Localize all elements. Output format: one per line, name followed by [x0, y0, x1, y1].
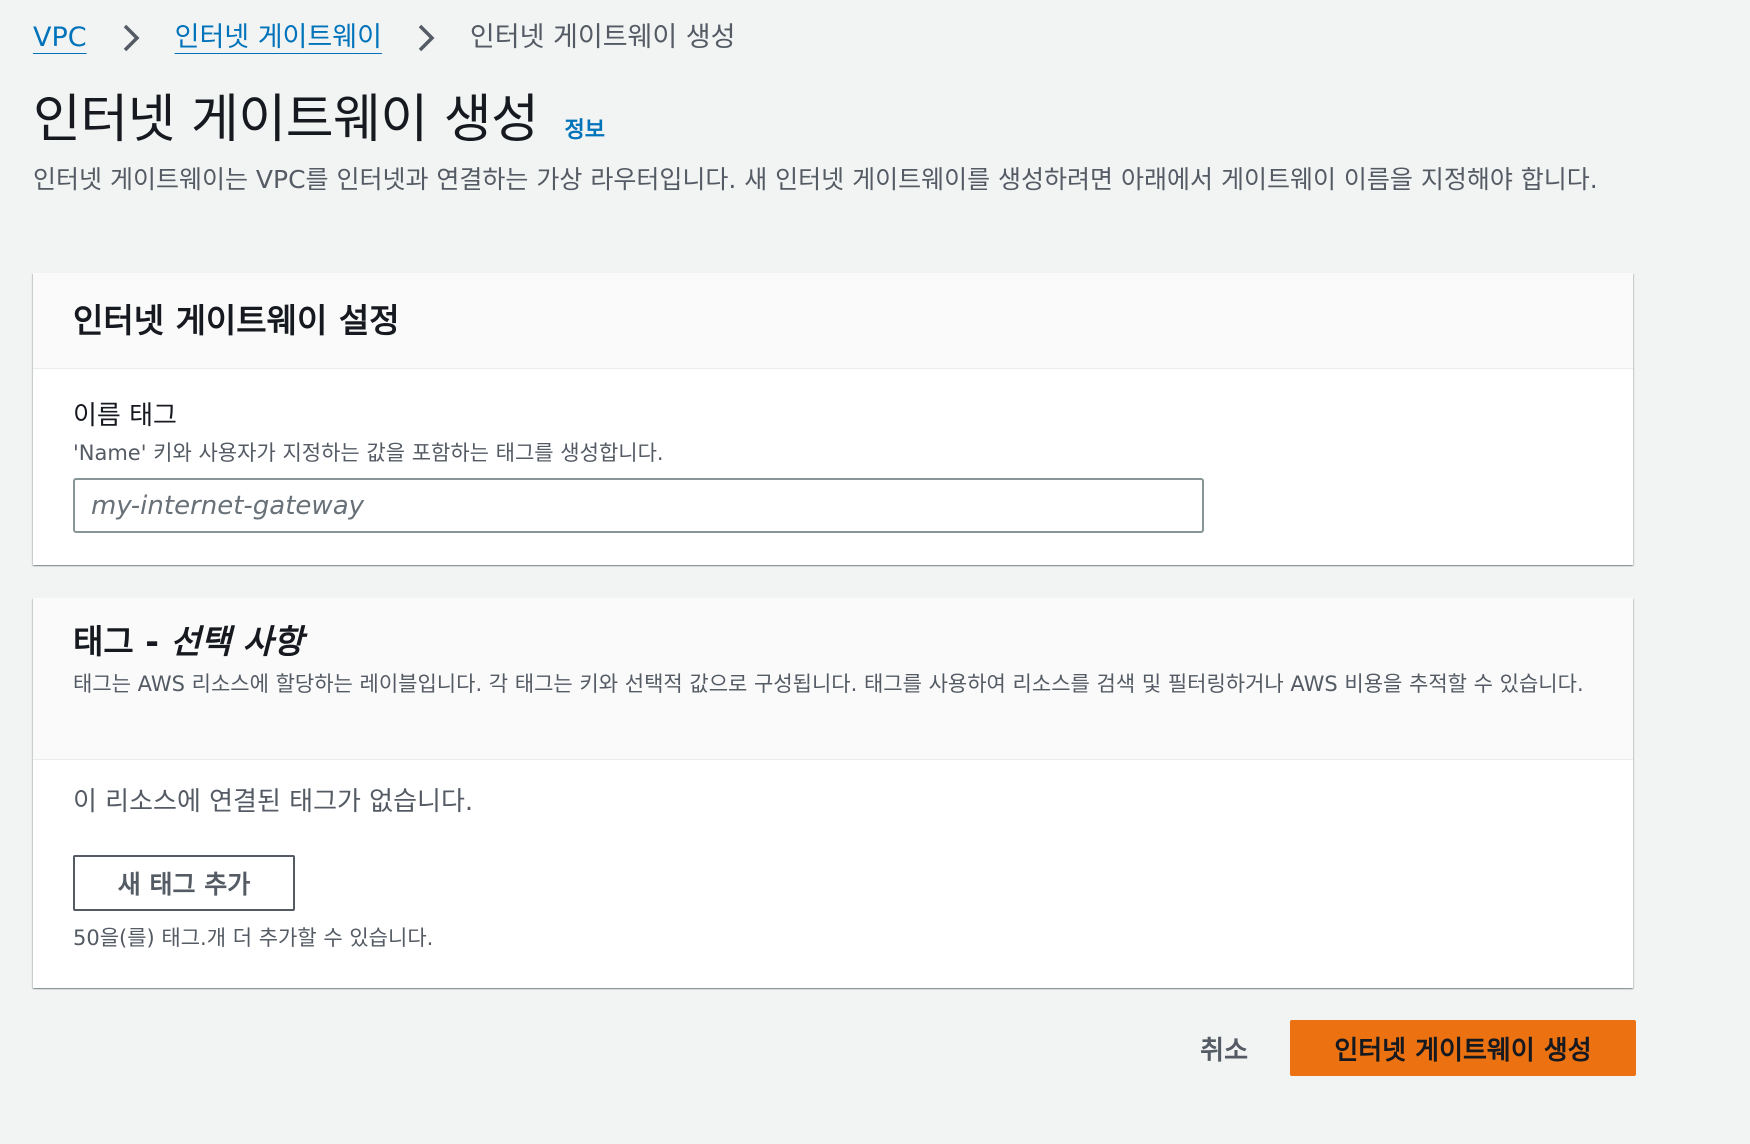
settings-panel-header: 인터넷 게이트웨이 설정	[33, 273, 1633, 369]
settings-panel-body: 이름 태그 'Name' 키와 사용자가 지정하는 값을 포함하는 태그를 생성…	[33, 398, 1633, 533]
tags-panel-body: 이 리소스에 연결된 태그가 없습니다. 새 태그 추가 50을(를) 태그.개…	[33, 784, 1633, 953]
settings-panel-title: 인터넷 게이트웨이 설정	[73, 301, 400, 340]
name-tag-description: 'Name' 키와 사용자가 지정하는 값을 포함하는 태그를 생성합니다.	[73, 441, 664, 465]
chevron-right-icon	[123, 24, 140, 52]
add-new-tag-button[interactable]: 새 태그 추가	[73, 855, 295, 911]
name-tag-input[interactable]	[73, 478, 1204, 533]
info-link[interactable]: 정보	[564, 112, 604, 144]
chevron-right-icon	[418, 24, 435, 52]
page-header: 인터넷 게이트웨이 생성 정보	[33, 86, 605, 154]
tags-panel-header: 태그 - 선택 사항 태그는 AWS 리소스에 할당하는 레이블입니다. 각 태…	[33, 598, 1633, 760]
breadcrumb-link-vpc[interactable]: VPC	[33, 18, 87, 58]
cancel-button[interactable]: 취소	[1180, 1020, 1268, 1076]
breadcrumb: VPC 인터넷 게이트웨이 인터넷 게이트웨이 생성	[33, 18, 736, 58]
name-tag-label: 이름 태그	[73, 401, 177, 431]
internet-gateway-settings-panel: 인터넷 게이트웨이 설정 이름 태그 'Name' 키와 사용자가 지정하는 값…	[33, 273, 1633, 565]
tags-panel-title-optional: 선택 사항	[170, 622, 304, 661]
tags-limit-message: 50을(를) 태그.개 더 추가할 수 있습니다.	[73, 926, 434, 950]
breadcrumb-link-internet-gateways[interactable]: 인터넷 게이트웨이	[175, 18, 382, 58]
tags-panel: 태그 - 선택 사항 태그는 AWS 리소스에 할당하는 레이블입니다. 각 태…	[33, 598, 1633, 988]
tags-panel-description: 태그는 AWS 리소스에 할당하는 레이블입니다. 각 태그는 키와 선택적 값…	[73, 672, 1584, 696]
tags-panel-title-main: 태그 -	[73, 622, 171, 661]
tags-panel-title: 태그 - 선택 사항	[73, 620, 1593, 664]
breadcrumb-current: 인터넷 게이트웨이 생성	[469, 22, 736, 53]
page-description: 인터넷 게이트웨이는 VPC를 인터넷과 연결하는 가상 라우터입니다. 새 인…	[33, 165, 1598, 194]
form-actions: 취소 인터넷 게이트웨이 생성	[1180, 1020, 1636, 1076]
tags-empty-message: 이 리소스에 연결된 태그가 없습니다.	[73, 787, 474, 817]
page-title: 인터넷 게이트웨이 생성	[33, 90, 539, 150]
create-internet-gateway-button[interactable]: 인터넷 게이트웨이 생성	[1290, 1020, 1636, 1076]
